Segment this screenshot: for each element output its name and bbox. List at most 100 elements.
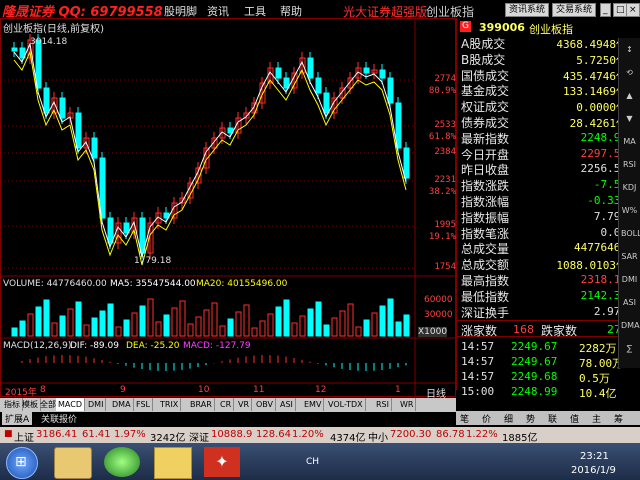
- browser-icon[interactable]: [104, 447, 140, 477]
- volume-bar: [387, 298, 394, 337]
- quote-row-value: 4368.4948亿: [556, 38, 627, 51]
- dea-label: DEA: -25.20: [126, 341, 180, 351]
- ma20-label: MA20: 40155496.00: [196, 279, 288, 289]
- toolbar-button[interactable]: ▲: [621, 88, 638, 103]
- app-icon[interactable]: ✦: [204, 447, 240, 477]
- toolbar-button[interactable]: KDJ: [621, 180, 638, 195]
- indicator-tab[interactable]: BRAR: [188, 398, 215, 411]
- toolbar-button[interactable]: DMI: [621, 272, 638, 287]
- up-count-value: 168: [513, 323, 534, 336]
- toolbar-button[interactable]: SAR: [621, 249, 638, 264]
- indicator-tab[interactable]: ASI: [278, 398, 296, 411]
- volume-bar: [251, 327, 258, 337]
- index-code: 399006: [479, 21, 525, 34]
- panel-tab[interactable]: 价: [482, 412, 491, 425]
- volume-bar: [27, 313, 34, 337]
- price-axis-label: 2231: [434, 175, 456, 185]
- windows-icon: ⊞: [15, 454, 27, 470]
- toolbar-button[interactable]: W%: [621, 203, 638, 218]
- folder-icon[interactable]: [54, 447, 92, 479]
- volume-bar: [99, 310, 106, 337]
- toolbar-button[interactable]: ∑: [621, 341, 638, 356]
- toolbar-button[interactable]: ⟲: [621, 65, 638, 80]
- indicator-tab[interactable]: DMI: [86, 398, 107, 411]
- indicator-tab[interactable]: OBV: [254, 398, 277, 411]
- menu-item-tools[interactable]: 工具: [244, 3, 266, 19]
- menu-item-stock[interactable]: 股明脚: [164, 3, 197, 19]
- volume-bar: [267, 313, 274, 337]
- indicator-tab[interactable]: FSL: [134, 398, 153, 411]
- quote-row: 总成交量 44776461: [457, 240, 627, 256]
- toolbar-button[interactable]: ↕: [621, 42, 638, 57]
- fib-pct-label: 38.2%: [428, 187, 456, 197]
- toolbar-button[interactable]: MA: [621, 134, 638, 149]
- candle-body: [59, 97, 66, 119]
- quote-row: 昨日收盘 2256.52: [457, 161, 627, 177]
- language-indicator[interactable]: CH: [306, 457, 319, 467]
- extension-tab[interactable]: 关联报价: [38, 412, 80, 425]
- menu-item-help[interactable]: 帮助: [280, 3, 302, 19]
- volume-bar: [259, 320, 266, 337]
- minimize-button[interactable]: _: [600, 3, 611, 17]
- volume-bar: [19, 320, 26, 337]
- quote-row-label: 今日开盘: [461, 147, 510, 162]
- notes-icon[interactable]: [154, 447, 192, 479]
- quote-row: 最新指数 2248.99: [457, 130, 627, 146]
- panel-tab[interactable]: 主: [592, 412, 601, 425]
- tick-row: 15:00 2248.99 10.4亿: [461, 385, 629, 400]
- panel-tab[interactable]: 细: [504, 412, 513, 425]
- trade-system-button[interactable]: 交易系统: [552, 3, 597, 17]
- tick-time: 14:57: [461, 340, 495, 353]
- vol-axis-mid: 30000: [424, 310, 453, 320]
- volume-bar: [75, 301, 82, 337]
- volume-bar: [379, 305, 386, 337]
- dif-label: DIF: -89.09: [70, 341, 119, 351]
- menu-item-news[interactable]: 资讯: [207, 3, 229, 19]
- toolbar-button[interactable]: ASI: [621, 295, 638, 310]
- time-axis-tick: 11: [253, 385, 265, 395]
- ma-line: [13, 50, 407, 266]
- indicator-tab[interactable]: VR: [236, 398, 253, 411]
- indicator-tab[interactable]: DMA: [110, 398, 134, 411]
- candle-body: [107, 217, 114, 244]
- candle-body: [363, 67, 370, 74]
- indicator-tab[interactable]: RSI: [374, 398, 392, 411]
- toolbar-button[interactable]: ▼: [621, 111, 638, 126]
- clock-time: 23:21: [580, 451, 609, 462]
- indicator-tab[interactable]: MACD: [56, 398, 85, 411]
- start-button[interactable]: ⊞: [6, 447, 38, 479]
- close-button[interactable]: ×: [626, 3, 640, 17]
- candle-body: [35, 39, 42, 89]
- tick-row: 14:57 2249.67 2282万: [461, 340, 629, 355]
- indicator-tab[interactable]: VOL-TDX: [326, 398, 366, 411]
- indicator-tab[interactable]: TRIX: [158, 398, 182, 411]
- volume-bar: [43, 299, 50, 337]
- indicator-tab[interactable]: CR: [218, 398, 235, 411]
- toolbar-button[interactable]: RSI: [621, 157, 638, 172]
- extension-tab[interactable]: 扩展A: [2, 412, 33, 425]
- extension-tabs: 扩展A 关联报价: [0, 412, 456, 425]
- quote-row: 总成交额 1088.0103亿: [457, 256, 627, 272]
- indicator-tab[interactable]: EMV: [302, 398, 325, 411]
- panel-tab[interactable]: 筹: [614, 412, 623, 425]
- panel-tab[interactable]: 笔: [460, 412, 469, 425]
- toolbar-button[interactable]: BOLL: [621, 226, 640, 241]
- panel-tabs: 笔价细势联值主筹: [456, 411, 640, 425]
- quote-row: 指数笔涨 0.00: [457, 225, 627, 241]
- panel-tab[interactable]: 势: [526, 412, 535, 425]
- indicator-tab[interactable]: WR: [398, 398, 417, 411]
- price-axis-label: 2384: [434, 147, 456, 157]
- index-status-bar: ■ 上证 3186.41 61.41 1.97% 3242亿 深证 10888.…: [0, 427, 640, 444]
- toolbar-button[interactable]: DMA: [621, 318, 640, 333]
- news-system-button[interactable]: 资讯系统: [505, 3, 550, 17]
- taskbar: ⊞ ✦ CH 23:21 2016/1/9: [0, 443, 640, 480]
- chart-title: 创业板指(日线,前复权): [3, 24, 104, 35]
- volume-bar: [403, 314, 410, 337]
- high-price-label: 3014.18: [30, 37, 68, 47]
- panel-tab[interactable]: 值: [570, 412, 579, 425]
- price-axis-label: 2533: [434, 120, 456, 130]
- panel-tab[interactable]: 联: [548, 412, 557, 425]
- quote-row-label: 最高指数: [461, 274, 510, 288]
- candle-body: [379, 69, 386, 79]
- quote-row-label: 权证成交: [461, 100, 510, 115]
